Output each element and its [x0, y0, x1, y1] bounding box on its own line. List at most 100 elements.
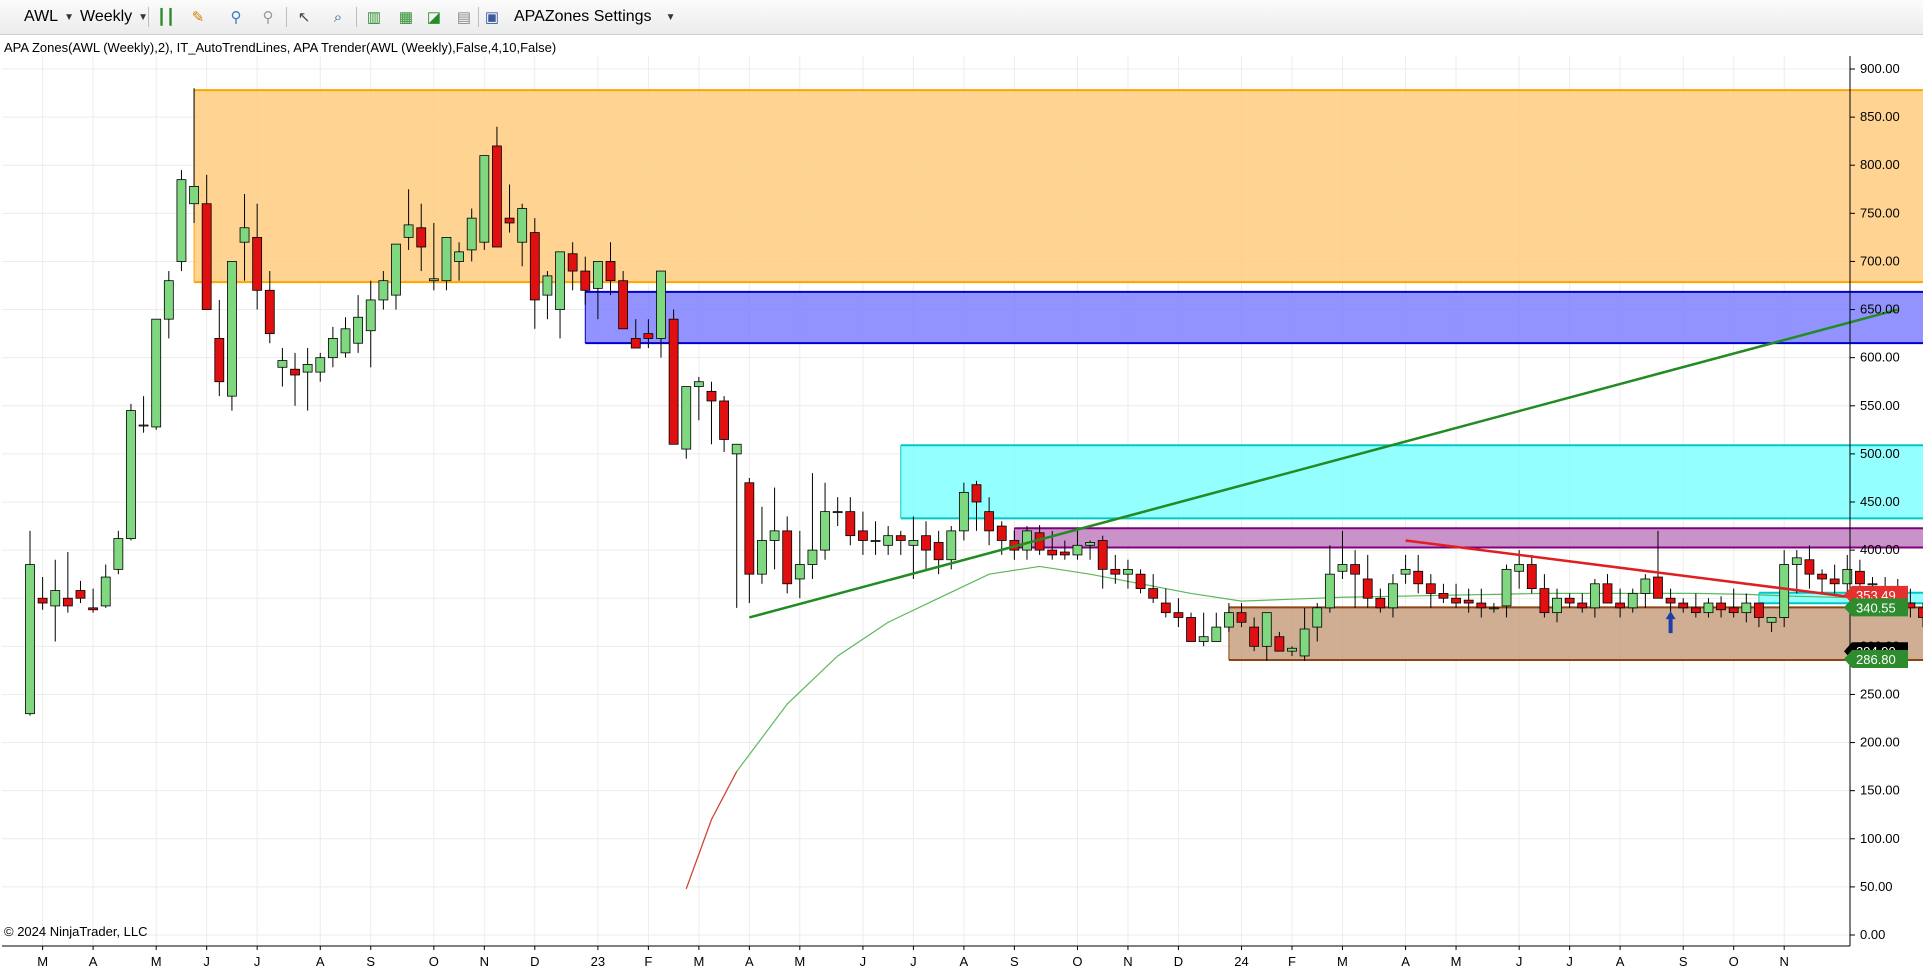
candle-up: [681, 386, 692, 450]
candle-down: [1653, 576, 1663, 599]
y-tick-label: 600.00: [1860, 350, 1900, 365]
candle-down: [1047, 549, 1058, 556]
x-tick-label: A: [1401, 954, 1410, 969]
y-tick-label: 0.00: [1860, 927, 1885, 942]
x-tick-label: A: [316, 954, 325, 969]
candle-up: [113, 538, 124, 570]
x-tick-label: J: [254, 954, 261, 969]
candle-up: [1766, 617, 1777, 623]
candle-up: [126, 410, 136, 539]
candle-up: [1779, 564, 1790, 618]
candle-down: [1148, 588, 1159, 599]
candle-down: [1817, 573, 1827, 580]
copyright-text: © 2024 NinjaTrader, LLC: [4, 924, 148, 939]
price-flag-label: 340.55: [1856, 600, 1896, 615]
candle-down: [1463, 599, 1474, 604]
candle-up: [138, 424, 149, 427]
candle-down: [1564, 597, 1575, 604]
candle-down: [921, 535, 931, 551]
candle-down: [1690, 607, 1701, 614]
candle-up: [693, 381, 704, 387]
candle-up: [908, 540, 919, 546]
candle-up: [1400, 568, 1411, 575]
candle-up: [479, 155, 490, 243]
y-tick-label: 400.00: [1860, 542, 1900, 557]
candle-down: [492, 145, 502, 248]
candle-down: [630, 338, 641, 349]
candle-down: [1804, 559, 1815, 575]
candle-up: [50, 590, 61, 607]
candle-down: [37, 597, 48, 604]
candle-up: [176, 179, 187, 262]
candle-up: [441, 236, 452, 282]
candle-down: [1160, 602, 1171, 614]
candle-down: [1451, 597, 1461, 604]
x-tick-label: D: [1174, 954, 1183, 969]
x-tick-label: M: [1451, 954, 1462, 969]
candle-up: [466, 217, 477, 251]
x-tick-label: A: [89, 954, 98, 969]
candle-down: [1110, 568, 1121, 575]
candle-up: [1123, 568, 1133, 575]
x-tick-label: J: [860, 954, 867, 969]
x-tick-label: M: [794, 954, 805, 969]
candle-down: [1754, 602, 1764, 618]
x-tick-label: 23: [591, 954, 605, 969]
x-tick-label: F: [1288, 954, 1296, 969]
candle-up: [151, 318, 162, 428]
candle-down: [1855, 570, 1865, 585]
candle-down: [1539, 588, 1550, 614]
candle-up: [958, 491, 969, 532]
candle-down: [744, 482, 755, 575]
candle-down: [252, 236, 263, 291]
candle-up: [163, 280, 174, 320]
candle-down: [719, 400, 729, 440]
candle-down: [1728, 607, 1739, 614]
candle-up: [1287, 647, 1297, 652]
x-tick-label: A: [1616, 954, 1625, 969]
candle-down: [984, 511, 995, 532]
candle-down: [933, 542, 944, 561]
candle-up: [542, 275, 553, 296]
candle-down: [1362, 578, 1373, 599]
candle-up: [1312, 607, 1323, 628]
candle-up: [277, 360, 288, 368]
y-tick-label: 900.00: [1860, 61, 1900, 76]
x-tick-label: A: [745, 954, 754, 969]
x-tick-label: S: [1010, 954, 1019, 969]
candle-up: [1703, 602, 1714, 614]
candle-down: [214, 338, 225, 383]
candle-up: [794, 564, 805, 580]
candle-down: [1236, 612, 1247, 623]
candle-down: [264, 289, 275, 335]
candle-up: [1627, 593, 1638, 609]
candle-up: [807, 549, 818, 565]
supply-demand-zone: [900, 445, 1923, 519]
candle-up: [302, 364, 313, 373]
x-tick-label: S: [1679, 954, 1688, 969]
candle-up: [1072, 544, 1083, 556]
candle-up: [593, 261, 603, 289]
candle-down: [1350, 564, 1360, 575]
candle-up: [454, 251, 464, 262]
candle-up: [1085, 542, 1095, 546]
candle-up: [1211, 626, 1222, 642]
candle-down: [1602, 583, 1613, 604]
candle-down: [1186, 617, 1196, 642]
candle-down: [895, 535, 906, 541]
candle-down: [782, 530, 793, 585]
x-tick-label: D: [530, 954, 539, 969]
y-tick-label: 500.00: [1860, 446, 1900, 461]
candle-up: [832, 511, 843, 514]
candle-down: [668, 318, 679, 445]
y-tick-label: 650.00: [1860, 302, 1900, 317]
candle-down: [1678, 602, 1689, 609]
y-tick-label: 450.00: [1860, 494, 1900, 509]
candle-up: [403, 224, 414, 238]
price-chart[interactable]: 878.00678.45668.40615.05509.00433.00422.…: [0, 0, 1923, 976]
candle-down: [1135, 573, 1146, 590]
candle-up: [100, 576, 111, 607]
x-tick-label: M: [1337, 954, 1348, 969]
y-tick-label: 50.00: [1860, 879, 1893, 894]
candle-up: [1552, 597, 1562, 614]
